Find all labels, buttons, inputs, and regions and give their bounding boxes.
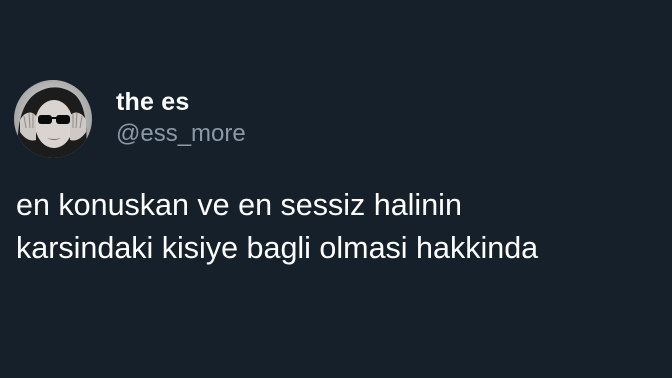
avatar[interactable] (14, 80, 92, 158)
tweet-text: en konuskan ve en sessiz halinin karsind… (16, 184, 656, 270)
display-name[interactable]: the es (116, 87, 246, 117)
profile-photo-icon (14, 80, 92, 158)
tweet-text-line-1: en konuskan ve en sessiz halinin (16, 188, 462, 222)
username-handle[interactable]: @ess_more (116, 119, 246, 149)
tweet-card: the es @ess_more en konuskan ve en sessi… (0, 0, 672, 378)
tweet-text-line-2: karsindaki kisiye bagli olmasi hakkinda (16, 231, 539, 265)
author-names: the es @ess_more (116, 87, 246, 149)
tweet-header: the es @ess_more (14, 80, 246, 158)
